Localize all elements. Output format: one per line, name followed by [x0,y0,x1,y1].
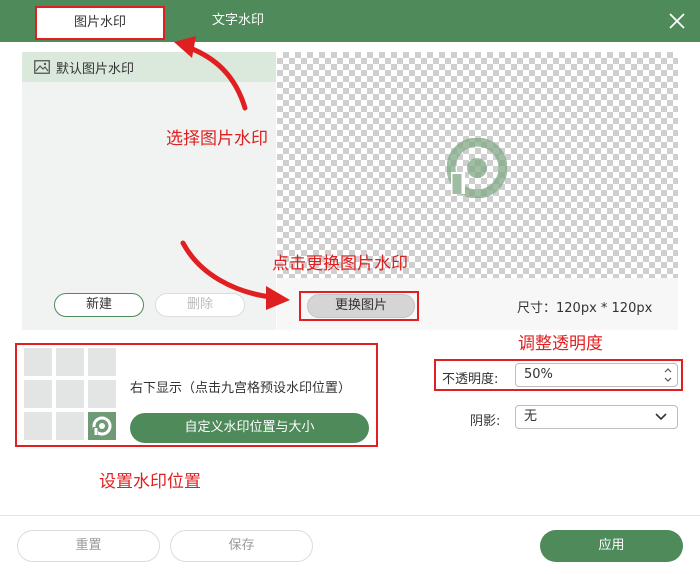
annotation-select-image: 选择图片水印 [166,129,268,149]
close-button[interactable] [666,10,688,32]
watermark-list-panel: 默认图片水印 新建 删除 [22,52,276,330]
apply-button[interactable]: 应用 [540,530,683,562]
new-button[interactable]: 新建 [54,293,144,317]
footer-divider [0,515,700,516]
delete-button[interactable]: 删除 [155,293,245,317]
annotation-box-position [15,343,378,447]
tab-text-watermark[interactable]: 文字水印 [188,0,288,42]
transparent-canvas [277,52,678,278]
preview-panel: 更换图片 尺寸：120px * 120px [277,52,678,330]
shadow-label: 阴影: [470,414,501,429]
annotation-adjust-opacity: 调整透明度 [518,334,603,354]
image-size-text: 尺寸：120px * 120px [517,301,653,316]
annotation-box-opacity [434,359,683,391]
annotation-set-position: 设置水印位置 [99,472,201,492]
annotation-change-image: 点击更换图片水印 [272,254,408,274]
annotation-box-tab [35,6,165,40]
watermark-logo-icon [447,138,507,198]
shadow-value: 无 [524,409,538,424]
reset-button[interactable]: 重置 [17,530,160,562]
save-button[interactable]: 保存 [170,530,313,562]
chevron-down-icon [655,413,667,421]
shadow-select[interactable]: 无 [515,405,678,429]
annotation-box-change-image [299,291,419,321]
close-icon [669,13,685,29]
list-item-default-image[interactable]: 默认图片水印 [22,52,276,82]
list-item-label: 默认图片水印 [56,61,135,77]
image-icon [34,60,50,74]
